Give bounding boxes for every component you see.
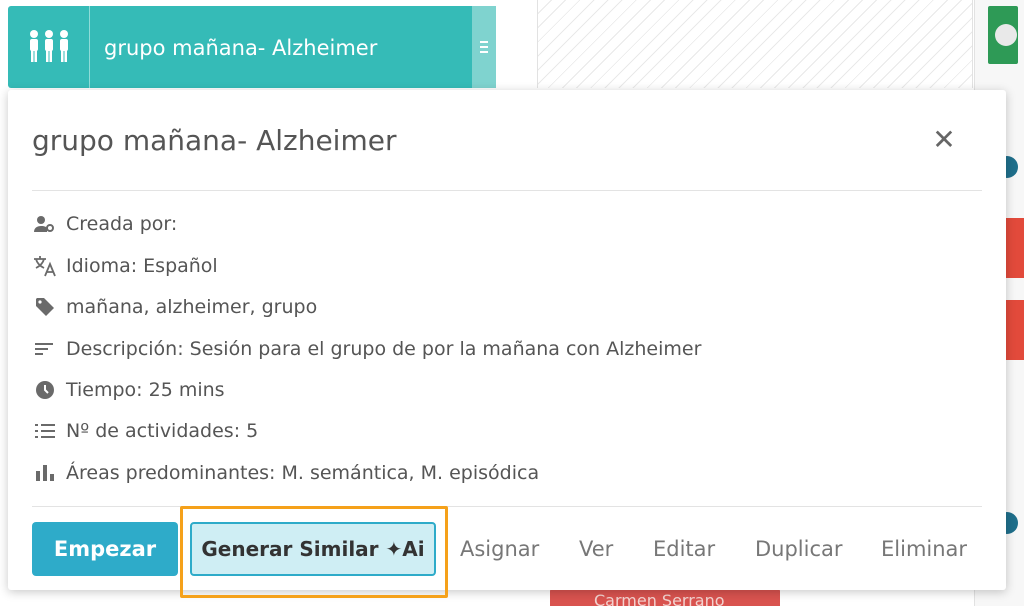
clock-icon — [32, 377, 58, 403]
areas-row: Áreas predominantes: M. semántica, M. ep… — [32, 460, 539, 486]
created-by-text: Creada por: — [66, 213, 178, 235]
kebab-menu-icon[interactable] — [472, 6, 496, 88]
session-card[interactable]: grupo mañana- Alzheimer — [8, 6, 496, 88]
user-avatar[interactable] — [988, 6, 1018, 64]
empty-slot-hatched — [537, 0, 973, 88]
time-row: Tiempo: 25 mins — [32, 377, 225, 403]
popup-title: grupo mañana- Alzheimer — [32, 124, 397, 157]
side-card — [1004, 300, 1024, 360]
peek-card-name: Carmen Serrano — [594, 591, 725, 606]
activities-text: Nº de actividades: 5 — [66, 420, 259, 442]
avatar-face-icon — [995, 24, 1017, 46]
generate-similar-button[interactable]: Generar Similar ✦Ai — [190, 522, 436, 576]
areas-text: Áreas predominantes: M. semántica, M. ep… — [66, 462, 540, 484]
side-card — [1004, 218, 1024, 278]
description-text: Descripción: Sesión para el grupo de por… — [66, 338, 702, 360]
assign-button[interactable]: Asignar — [460, 522, 539, 576]
view-button[interactable]: Ver — [579, 522, 613, 576]
screen: grupo mañana- Alzheimer Carmen Serrano g… — [0, 0, 1024, 606]
translate-icon — [32, 253, 58, 279]
divider — [32, 506, 982, 507]
divider — [32, 190, 982, 191]
session-card-title: grupo mañana- Alzheimer — [104, 36, 378, 60]
start-button[interactable]: Empezar — [32, 522, 178, 576]
tags-row: mañana, alzheimer, grupo — [32, 294, 317, 320]
bar-chart-icon — [32, 460, 58, 486]
description-row: Descripción: Sesión para el grupo de por… — [32, 336, 701, 362]
language-text: Idioma: Español — [66, 255, 218, 277]
peek-card: Carmen Serrano — [550, 588, 780, 606]
tag-icon — [32, 294, 58, 320]
group-icon — [8, 6, 90, 88]
user-gear-icon — [32, 211, 58, 237]
duplicate-button[interactable]: Duplicar — [755, 522, 843, 576]
language-row: Idioma: Español — [32, 253, 218, 279]
created-by-row: Creada por: — [32, 211, 177, 237]
description-icon — [32, 336, 58, 362]
session-popup: grupo mañana- Alzheimer ✕ Creada por: Id… — [8, 90, 1006, 598]
delete-button[interactable]: Eliminar — [881, 522, 967, 576]
list-icon — [32, 418, 58, 444]
edit-button[interactable]: Editar — [653, 522, 715, 576]
tags-text: mañana, alzheimer, grupo — [66, 296, 318, 318]
close-icon[interactable]: ✕ — [928, 126, 960, 158]
time-text: Tiempo: 25 mins — [66, 379, 225, 401]
activities-row: Nº de actividades: 5 — [32, 418, 258, 444]
